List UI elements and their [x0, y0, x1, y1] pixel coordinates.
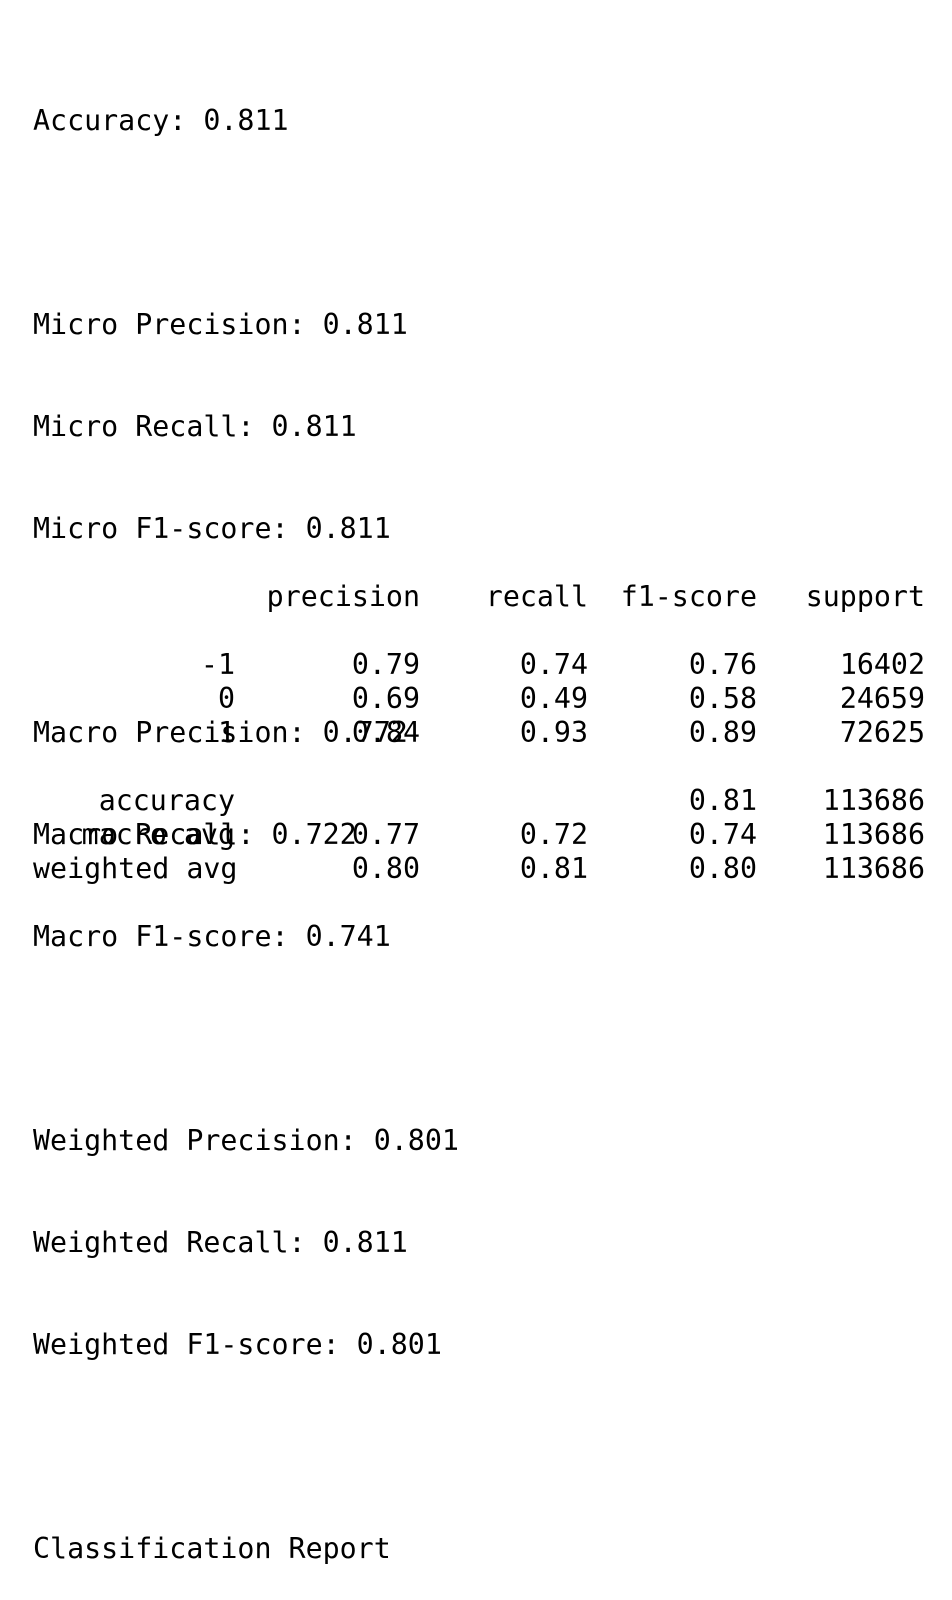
precision-value: 0.77	[351, 818, 420, 851]
weighted-f1-line: Weighted F1-score: 0.801	[33, 1328, 442, 1361]
accuracy-line: Accuracy: 0.811	[33, 104, 289, 137]
f1-value: 0.76	[688, 648, 757, 681]
f1-value: 0.81	[688, 784, 757, 817]
table-row: macro avg 0.77 0.72 0.74 113686	[33, 818, 925, 852]
header-support: support	[805, 580, 925, 613]
recall-value: 0.74	[519, 648, 588, 681]
precision-value: 0.84	[351, 716, 420, 749]
classification-report-table: precision recall f1-score support -1 0.7…	[33, 580, 925, 886]
recall-value: 0.49	[519, 682, 588, 715]
f1-value: 0.58	[688, 682, 757, 715]
support-value: 24659	[839, 682, 925, 715]
row-label: accuracy	[98, 784, 235, 817]
table-row: -1 0.79 0.74 0.76 16402	[33, 648, 925, 682]
report-title: Classification Report	[33, 1532, 391, 1565]
micro-precision-line: Micro Precision: 0.811	[33, 308, 408, 341]
recall-value: 0.93	[519, 716, 588, 749]
micro-recall-line: Micro Recall: 0.811	[33, 410, 357, 443]
precision-value: 0.79	[351, 648, 420, 681]
weighted-recall-line: Weighted Recall: 0.811	[33, 1226, 408, 1259]
row-label: macro avg	[81, 818, 235, 851]
recall-value: 0.81	[519, 852, 588, 885]
row-label: 1	[217, 716, 235, 749]
weighted-precision-line: Weighted Precision: 0.801	[33, 1124, 459, 1157]
f1-value: 0.74	[688, 818, 757, 851]
support-value: 113686	[822, 784, 925, 817]
support-value: 16402	[839, 648, 925, 681]
table-row: weighted avg 0.80 0.81 0.80 113686	[33, 852, 925, 886]
f1-value: 0.89	[688, 716, 757, 749]
table-row: 1 0.84 0.93 0.89 72625	[33, 716, 925, 750]
row-label: weighted avg	[33, 852, 238, 885]
f1-value: 0.80	[688, 852, 757, 885]
recall-value: 0.72	[519, 818, 588, 851]
row-label: -1	[200, 648, 235, 681]
support-value: 113686	[822, 852, 925, 885]
micro-f1-line: Micro F1-score: 0.811	[33, 512, 391, 545]
table-row: accuracy 0.81 113686	[33, 784, 925, 818]
support-value: 72625	[839, 716, 925, 749]
header-f1-score: f1-score	[620, 580, 757, 613]
precision-value: 0.69	[351, 682, 420, 715]
row-label: 0	[217, 682, 235, 715]
precision-value: 0.80	[351, 852, 420, 885]
support-value: 113686	[822, 818, 925, 851]
table-row: 0 0.69 0.49 0.58 24659	[33, 682, 925, 716]
report-header-row: precision recall f1-score support	[33, 580, 925, 614]
header-precision: precision	[266, 580, 420, 613]
header-recall: recall	[485, 580, 588, 613]
